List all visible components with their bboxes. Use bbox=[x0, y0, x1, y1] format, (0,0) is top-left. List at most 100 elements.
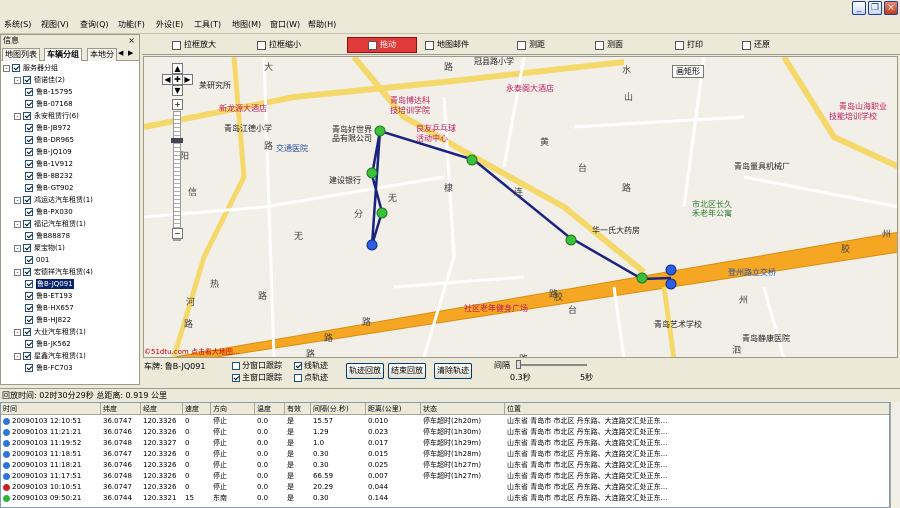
table-row[interactable]: 20090103 11:21:21 36.0746 120.3326 0 停止 0.0 是 1… bbox=[1, 427, 889, 438]
vehicle-item[interactable]: 鲁B-ET193 bbox=[25, 291, 72, 301]
pan-down-icon[interactable]: ▼ bbox=[172, 85, 183, 96]
vehicle-item[interactable]: 鲁B-GT902 bbox=[25, 183, 73, 193]
tree-checkbox[interactable] bbox=[23, 220, 31, 228]
tree-checkbox[interactable] bbox=[25, 304, 33, 312]
menu-item[interactable]: 地图(M) bbox=[232, 19, 261, 30]
group-item[interactable]: - 鸿运达汽车租赁(1) bbox=[14, 195, 93, 205]
toolbar-button[interactable]: 还原 bbox=[742, 37, 770, 53]
stop-marker[interactable] bbox=[366, 239, 378, 251]
split-window-track-checkbox[interactable]: 分窗口跟踪 bbox=[232, 360, 282, 371]
toolbar-button[interactable]: 拉框缩小 bbox=[257, 37, 301, 53]
expand-icon[interactable]: - bbox=[3, 64, 10, 72]
column-header[interactable]: 位置 bbox=[505, 403, 889, 415]
tree-checkbox[interactable] bbox=[25, 172, 33, 180]
table-scrollbar[interactable] bbox=[890, 402, 900, 508]
toolbar-button[interactable]: 拖动 bbox=[347, 37, 417, 53]
zoom-out-button[interactable]: − bbox=[172, 228, 183, 239]
vehicle-item[interactable]: 鲁B-HJ822 bbox=[25, 315, 71, 325]
tree-checkbox[interactable] bbox=[25, 316, 33, 324]
vehicle-item[interactable]: 鲁B88878 bbox=[25, 231, 70, 241]
toolbar-button[interactable]: 拉框放大 bbox=[172, 37, 216, 53]
vehicle-marker[interactable] bbox=[665, 278, 677, 290]
vehicle-item[interactable]: 鲁B-HX657 bbox=[25, 303, 74, 313]
checkbox-box[interactable] bbox=[294, 373, 302, 382]
tree-checkbox[interactable] bbox=[23, 112, 31, 120]
column-header[interactable]: 方向 bbox=[211, 403, 255, 415]
group-item[interactable]: - 大业汽车租赁(1) bbox=[14, 327, 86, 337]
vehicle-item[interactable]: 鲁B-DR965 bbox=[25, 135, 74, 145]
tab-map-list[interactable]: 地图列表 bbox=[2, 48, 40, 61]
toolbar-button[interactable]: 地图邮件 bbox=[425, 37, 469, 53]
column-header[interactable]: 时间 bbox=[1, 403, 101, 415]
table-row[interactable]: 20090103 11:19:52 36.0748 120.3327 0 停止 0.0 是 1… bbox=[1, 438, 889, 449]
vehicle-item[interactable]: 鲁B-FC703 bbox=[25, 363, 73, 373]
tree-checkbox[interactable] bbox=[25, 292, 33, 300]
main-window-track-checkbox[interactable]: 主窗口跟踪 bbox=[232, 372, 282, 383]
group-item[interactable]: - 永安租赁行(6) bbox=[14, 111, 79, 121]
vehicle-item[interactable]: 鲁B-15795 bbox=[25, 87, 73, 97]
point-track-checkbox[interactable]: 点轨迹 bbox=[294, 372, 328, 383]
toolbar-button[interactable]: 测面 bbox=[595, 37, 623, 53]
expand-icon[interactable]: - bbox=[14, 328, 21, 336]
tree-checkbox[interactable] bbox=[25, 124, 33, 132]
tree-checkbox[interactable] bbox=[25, 136, 33, 144]
panel-close-icon[interactable]: × bbox=[128, 35, 135, 47]
expand-icon[interactable]: - bbox=[14, 196, 21, 204]
clear-track-button[interactable]: 清除轨迹 bbox=[434, 363, 472, 379]
checkbox-box[interactable] bbox=[232, 373, 240, 382]
vehicle-item[interactable]: 鲁B-JQ109 bbox=[25, 147, 72, 157]
map-copyright[interactable]: ©51dtu.com 点击看大地图... bbox=[144, 347, 240, 357]
zoom-slider-handle[interactable] bbox=[171, 138, 183, 143]
pan-right-icon[interactable]: ▶ bbox=[182, 74, 193, 85]
column-header[interactable]: 距离(公里) bbox=[366, 403, 421, 415]
draw-rectangle-button[interactable]: 画矩形 bbox=[672, 65, 704, 78]
vehicle-item[interactable]: 鲁B-PX030 bbox=[25, 207, 73, 217]
checkbox-box[interactable] bbox=[232, 361, 240, 370]
group-item[interactable]: - 德诺佳(2) bbox=[14, 75, 65, 85]
column-header[interactable]: 状态 bbox=[421, 403, 505, 415]
vehicle-marker[interactable] bbox=[665, 264, 677, 276]
zoom-in-button[interactable]: + bbox=[172, 99, 183, 110]
menu-item[interactable]: 功能(F) bbox=[118, 19, 145, 30]
tree-checkbox[interactable] bbox=[12, 64, 20, 72]
menu-item[interactable]: 外设(E) bbox=[156, 19, 183, 30]
tree-checkbox[interactable] bbox=[25, 364, 33, 372]
vehicle-item[interactable]: 鲁B-JQ091 bbox=[25, 279, 74, 289]
interval-slider-handle[interactable] bbox=[516, 360, 521, 369]
menu-item[interactable]: 系统(S) bbox=[4, 19, 31, 30]
tree-checkbox[interactable] bbox=[25, 340, 33, 348]
table-row[interactable]: 20090103 12:10:51 36.0747 120.3326 0 停止 0.0 是 1… bbox=[1, 416, 889, 427]
column-header[interactable]: 温度 bbox=[255, 403, 285, 415]
table-row[interactable]: 20090103 11:18:51 36.0747 120.3326 0 停止 0.0 是 0… bbox=[1, 449, 889, 460]
tree-checkbox[interactable] bbox=[25, 208, 33, 216]
stop-playback-button[interactable]: 结束回放 bbox=[388, 363, 426, 379]
table-row[interactable]: 20090103 11:17:51 36.0748 120.3326 0 停止 0.0 是 6… bbox=[1, 471, 889, 482]
group-item[interactable]: - 星鑫汽车租赁(1) bbox=[14, 351, 86, 361]
tab-scroll-left-icon[interactable]: ◀ bbox=[118, 49, 123, 57]
tree-checkbox[interactable] bbox=[25, 232, 33, 240]
expand-icon[interactable]: - bbox=[14, 76, 21, 84]
tree-checkbox[interactable] bbox=[23, 244, 31, 252]
table-row[interactable]: 20090103 10:10:51 36.0747 120.3326 0 停止 0.0 是 2… bbox=[1, 482, 889, 493]
tree-checkbox[interactable] bbox=[25, 88, 33, 96]
tree-checkbox[interactable] bbox=[23, 268, 31, 276]
tree-checkbox[interactable] bbox=[25, 160, 33, 168]
column-header[interactable]: 纬度 bbox=[101, 403, 141, 415]
menu-item[interactable]: 帮助(H) bbox=[308, 19, 336, 30]
close-icon[interactable]: × bbox=[884, 1, 898, 15]
vehicle-item[interactable]: 001 bbox=[25, 255, 49, 265]
vehicle-item[interactable]: 鲁B-1V912 bbox=[25, 159, 73, 169]
column-header[interactable]: 经度 bbox=[141, 403, 183, 415]
expand-icon[interactable]: - bbox=[14, 220, 21, 228]
expand-icon[interactable]: - bbox=[14, 268, 21, 276]
line-track-checkbox[interactable]: 线轨迹 bbox=[294, 360, 328, 371]
tree-checkbox[interactable] bbox=[23, 328, 31, 336]
interval-slider[interactable] bbox=[517, 364, 587, 366]
group-item[interactable]: - 福记汽车租赁(1) bbox=[14, 219, 86, 229]
play-track-button[interactable]: 轨迹回放 bbox=[346, 363, 384, 379]
column-header[interactable]: 间隔(分.秒) bbox=[311, 403, 366, 415]
tab-vehicle-group[interactable]: 车辆分组 bbox=[44, 48, 82, 61]
group-item[interactable]: - 宏德祥汽车租赁(4) bbox=[14, 267, 93, 277]
expand-icon[interactable]: - bbox=[14, 244, 21, 252]
expand-icon[interactable]: - bbox=[14, 352, 21, 360]
